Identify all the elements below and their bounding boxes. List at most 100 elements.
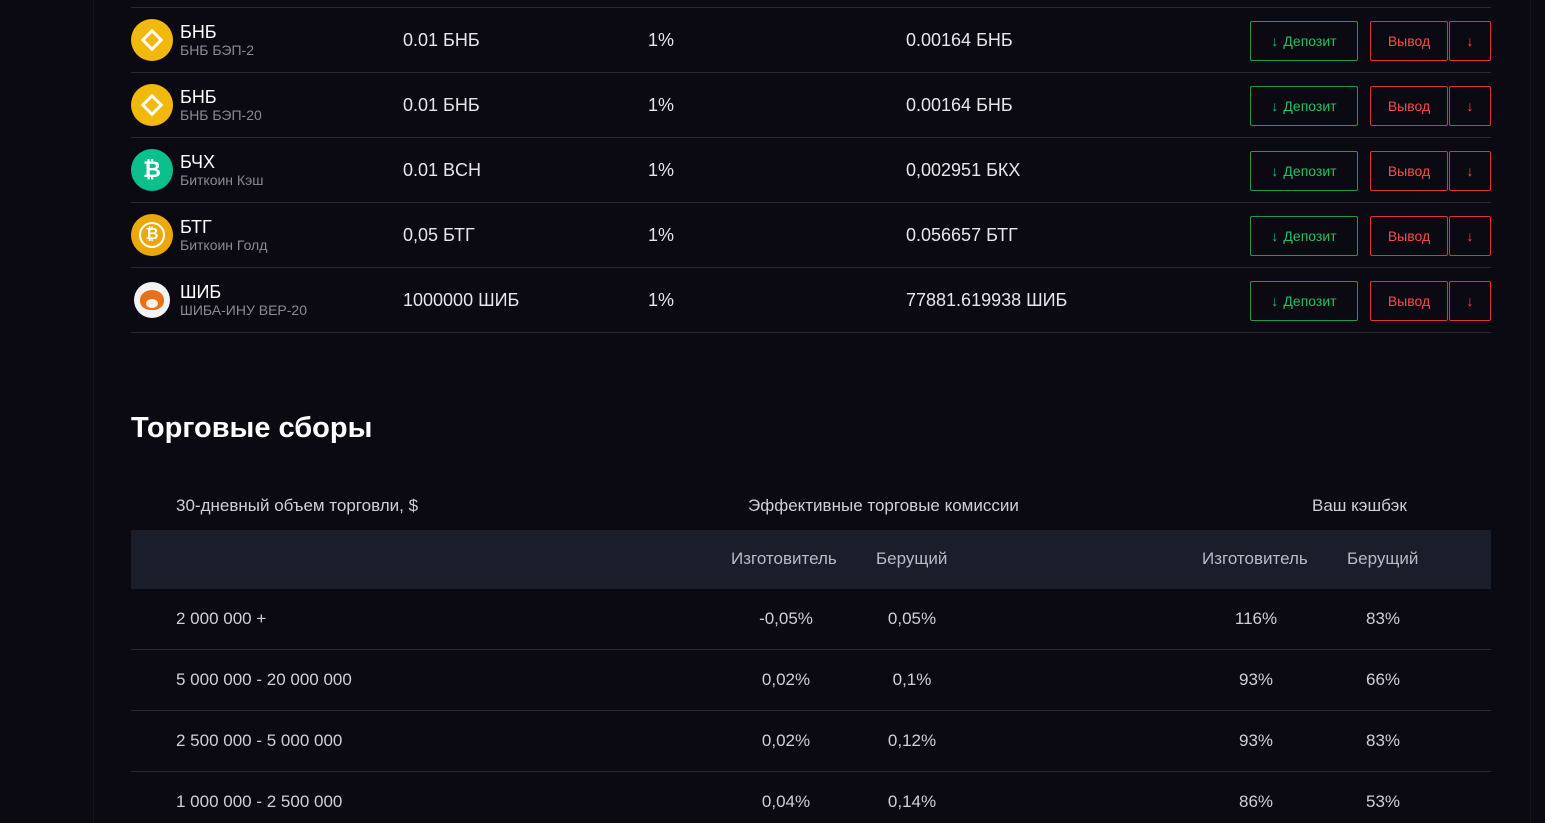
arrow-down-icon: ↓ xyxy=(1271,98,1279,114)
right-divider xyxy=(1530,0,1531,823)
min-withdrawal: 0.01 БНБ xyxy=(403,95,480,115)
deposit-label: Депозит xyxy=(1283,98,1337,114)
deposit-button[interactable]: ↓ Депозит xyxy=(1250,21,1358,61)
taker-subheader: Берущий xyxy=(876,549,948,568)
deposit-button[interactable]: ↓ Депозит xyxy=(1250,151,1358,191)
cashback-maker-cell: 116% xyxy=(1234,609,1278,628)
bitcoin-cash-icon: ₿ xyxy=(131,149,173,191)
bnb-icon xyxy=(131,84,173,126)
fees-table-body: 2 000 000 + -0,05% 0,05% 116% 83% 5 000 … xyxy=(131,589,1491,823)
table-row: 1 000 000 - 2 500 000 0,04% 0,14% 86% 53… xyxy=(131,772,1491,823)
fee-percent: 1% xyxy=(648,160,675,180)
fixed-fee: 0,002951 БКХ xyxy=(906,160,1021,180)
min-withdrawal: 0.01 BCH xyxy=(403,160,482,180)
cashback-taker-cell: 83% xyxy=(1365,609,1401,628)
deposit-button[interactable]: ↓ Депозит xyxy=(1250,216,1358,256)
table-row: ШИБ ШИБА-ИНУ BEP-20 1000000 ШИБ 1% 77881… xyxy=(131,268,1491,333)
fee-percent: 1% xyxy=(648,95,675,115)
page: БНБ БНБ БЭП-2 0.01 БНБ 1% 0.00164 БНБ ↓ … xyxy=(0,0,1545,823)
coin-network: ШИБА-ИНУ BEP-20 xyxy=(180,302,307,318)
deposit-button[interactable]: ↓ Депозит xyxy=(1250,281,1358,321)
taker-fee-cell: 0,05% xyxy=(887,609,937,628)
maker-fee-cell: -0,05% xyxy=(759,609,813,628)
table-row: ₿ БТГ Биткоин Голд 0,05 БТГ 1% 0.056657 … xyxy=(131,203,1491,268)
withdraw-button[interactable]: Вывод xyxy=(1370,21,1448,61)
cashback-taker-cell: 66% xyxy=(1365,670,1401,689)
withdraw-button[interactable]: Вывод xyxy=(1370,151,1448,191)
maker-subheader: Изготовитель xyxy=(731,549,837,568)
table-row: 2 000 000 + -0,05% 0,05% 116% 83% xyxy=(131,589,1491,650)
arrow-down-icon: ↓ xyxy=(1271,228,1279,244)
withdraw-dropdown-button[interactable]: ↓ xyxy=(1449,281,1491,321)
min-withdrawal: 0.01 БНБ xyxy=(403,30,480,50)
coin-name: БЧХ xyxy=(180,152,216,172)
table-row: ₿ БЧХ Биткоин Кэш 0.01 BCH 1% 0,002951 Б… xyxy=(131,138,1491,203)
cashback-maker-cell: 93% xyxy=(1238,731,1274,750)
cashback-maker-subheader: Изготовитель xyxy=(1202,549,1308,568)
cashback-taker-subheader: Берущий xyxy=(1347,549,1419,568)
coin-name: БНБ xyxy=(180,22,217,42)
table-row: 2 500 000 - 5 000 000 0,02% 0,12% 93% 83… xyxy=(131,711,1491,772)
fixed-fee: 0.00164 БНБ xyxy=(906,30,1013,50)
withdraw-button[interactable]: Вывод xyxy=(1370,86,1448,126)
taker-fee-cell: 0,1% xyxy=(892,670,932,689)
fixed-fee: 77881.619938 ШИБ xyxy=(906,290,1068,310)
deposit-label: Депозит xyxy=(1283,163,1337,179)
bitcoin-gold-icon: ₿ xyxy=(131,214,173,256)
volume-cell: 2 500 000 - 5 000 000 xyxy=(176,731,343,750)
main-content: БНБ БНБ БЭП-2 0.01 БНБ 1% 0.00164 БНБ ↓ … xyxy=(131,0,1491,811)
fixed-fee: 0.00164 БНБ xyxy=(906,95,1013,115)
fees-table-header: 30-дневный объем торговли, $ Эффективные… xyxy=(131,490,1491,522)
min-withdrawal: 1000000 ШИБ xyxy=(403,290,520,310)
fixed-fee: 0.056657 БТГ xyxy=(906,225,1018,245)
arrow-down-icon: ↓ xyxy=(1271,293,1279,309)
deposit-label: Депозит xyxy=(1283,293,1337,309)
fee-percent: 1% xyxy=(648,290,675,310)
shiba-inu-icon xyxy=(134,282,170,318)
table-row: БНБ БНБ БЭП-20 0.01 БНБ 1% 0.00164 БНБ ↓… xyxy=(131,73,1491,138)
fee-percent: 1% xyxy=(648,30,675,50)
arrow-down-icon: ↓ xyxy=(1271,33,1279,49)
maker-fee-cell: 0,02% xyxy=(761,670,811,689)
fees-table-subheader: Изготовитель Берущий Изготовитель Берущи… xyxy=(131,530,1491,589)
deposit-label: Депозит xyxy=(1283,228,1337,244)
coins-table: БНБ БНБ БЭП-2 0.01 БНБ 1% 0.00164 БНБ ↓ … xyxy=(131,7,1491,333)
cashback-column-header: Ваш кэшбэк xyxy=(1312,496,1407,515)
volume-column-header: 30-дневный объем торговли, $ xyxy=(176,496,419,515)
volume-cell: 5 000 000 - 20 000 000 xyxy=(176,670,352,689)
withdraw-dropdown-button[interactable]: ↓ xyxy=(1449,86,1491,126)
coin-network: Биткоин Кэш xyxy=(180,172,264,188)
commissions-column-header: Эффективные торговые комиссии xyxy=(748,496,1019,515)
coin-network: БНБ БЭП-20 xyxy=(180,107,262,123)
bnb-icon xyxy=(131,19,173,61)
min-withdrawal: 0,05 БТГ xyxy=(403,225,475,245)
table-row: 5 000 000 - 20 000 000 0,02% 0,1% 93% 66… xyxy=(131,650,1491,711)
withdraw-dropdown-button[interactable]: ↓ xyxy=(1449,216,1491,256)
volume-cell: 1 000 000 - 2 500 000 xyxy=(176,792,343,811)
maker-fee-cell: 0,02% xyxy=(761,731,811,750)
withdraw-dropdown-button[interactable]: ↓ xyxy=(1449,21,1491,61)
coin-network: Биткоин Голд xyxy=(180,237,268,253)
table-row: БНБ БНБ БЭП-2 0.01 БНБ 1% 0.00164 БНБ ↓ … xyxy=(131,8,1491,73)
cashback-taker-cell: 83% xyxy=(1365,731,1401,750)
fee-percent: 1% xyxy=(648,225,675,245)
cashback-maker-cell: 86% xyxy=(1238,792,1274,811)
arrow-down-icon: ↓ xyxy=(1271,163,1279,179)
coin-name: ШИБ xyxy=(180,282,222,302)
coin-network: БНБ БЭП-2 xyxy=(180,42,254,58)
withdraw-dropdown-button[interactable]: ↓ xyxy=(1449,151,1491,191)
maker-fee-cell: 0,04% xyxy=(761,792,811,811)
deposit-button[interactable]: ↓ Депозит xyxy=(1250,86,1358,126)
trading-fees-title: Торговые сборы xyxy=(131,412,373,444)
cashback-taker-cell: 53% xyxy=(1365,792,1401,811)
coin-name: БНБ xyxy=(180,87,217,107)
withdraw-button[interactable]: Вывод xyxy=(1370,216,1448,256)
volume-cell: 2 000 000 + xyxy=(176,609,267,628)
left-divider xyxy=(93,0,94,823)
taker-fee-cell: 0,12% xyxy=(887,731,937,750)
taker-fee-cell: 0,14% xyxy=(887,792,937,811)
deposit-label: Депозит xyxy=(1283,33,1337,49)
cashback-maker-cell: 93% xyxy=(1238,670,1274,689)
withdraw-button[interactable]: Вывод xyxy=(1370,281,1448,321)
coin-name: БТГ xyxy=(180,217,212,237)
